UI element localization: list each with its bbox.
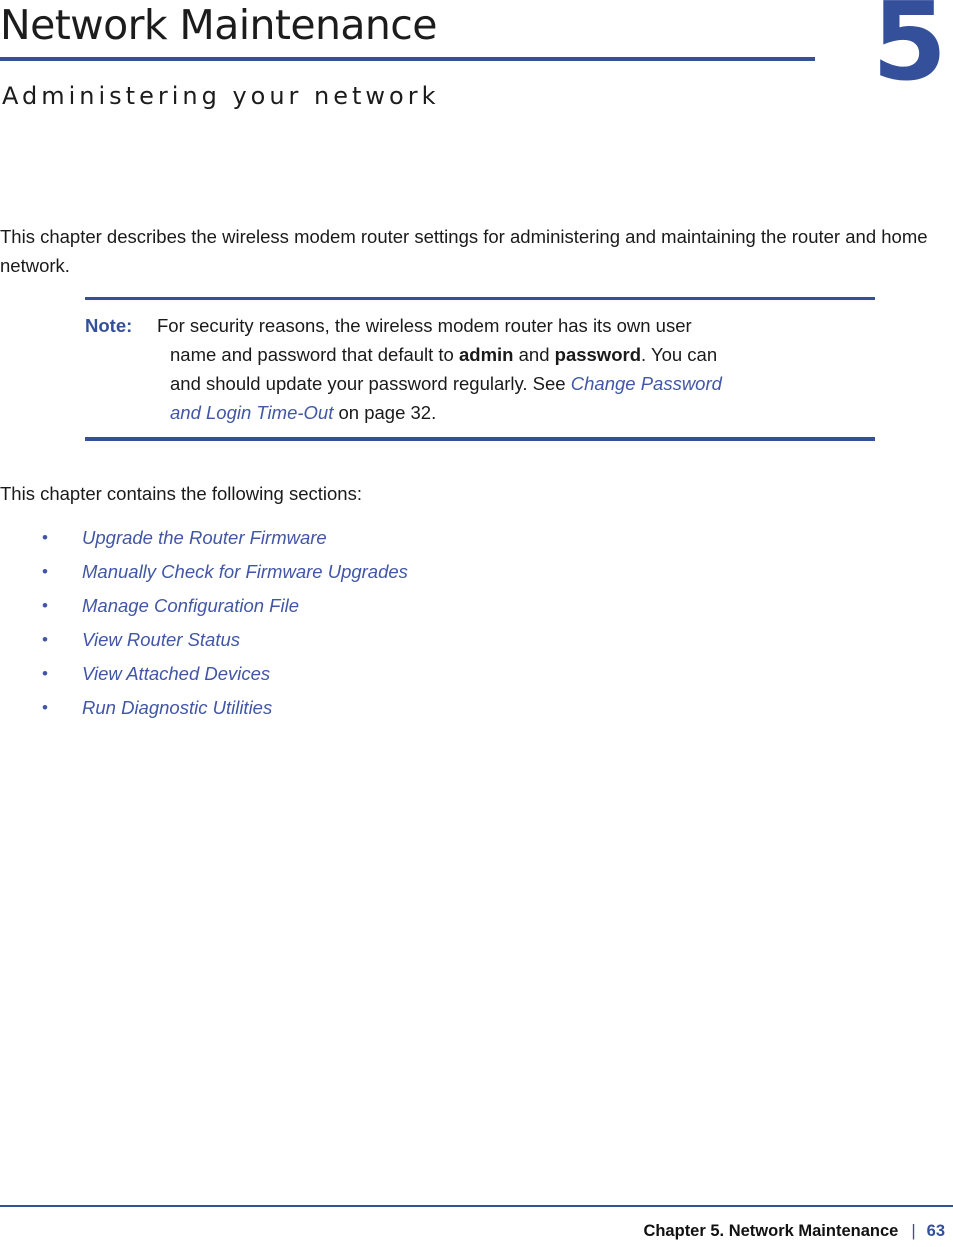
section-link-manage-configuration-file[interactable]: Manage Configuration File — [82, 589, 299, 623]
section-link-view-router-status[interactable]: View Router Status — [82, 623, 240, 657]
sections-lead-in: This chapter contains the following sect… — [0, 483, 362, 504]
note-line-1: Note: For security reasons, the wireless … — [85, 311, 875, 340]
bullet-icon: • — [42, 562, 48, 581]
note-default-username: admin — [459, 344, 514, 365]
note-line-2: name and password that default to admin … — [85, 340, 875, 369]
section-link-run-diagnostic-utilities[interactable]: Run Diagnostic Utilities — [82, 691, 272, 725]
note-bottom-divider — [85, 437, 875, 441]
section-link-upgrade-the-router-firmware[interactable]: Upgrade the Router Firmware — [82, 521, 327, 555]
page-title: Network Maintenance — [0, 1, 437, 49]
note-callout: Note: For security reasons, the wireless … — [85, 297, 875, 441]
note-line-4-text-b: on page 32. — [333, 402, 437, 423]
bullet-icon: • — [42, 596, 48, 615]
section-link-manually-check-for-firmware-upgrades[interactable]: Manually Check for Firmware Upgrades — [82, 555, 408, 589]
bullet-icon: • — [42, 698, 48, 717]
note-cross-reference-link-part2[interactable]: and Login Time-Out — [170, 402, 333, 423]
note-label: Note: — [85, 315, 133, 336]
list-item[interactable]: • View Attached Devices — [0, 657, 700, 691]
intro-paragraph: This chapter describes the wireless mode… — [0, 225, 928, 276]
note-line-2-text-c: . You can — [641, 344, 718, 365]
note-line-2-text-a: name and password that default to — [170, 344, 459, 365]
chapter-subtitle: Administering your network — [2, 82, 440, 110]
bullet-icon: • — [42, 664, 48, 683]
list-item[interactable]: • Run Diagnostic Utilities — [0, 691, 700, 725]
list-item[interactable]: • Upgrade the Router Firmware — [0, 521, 700, 555]
sections-list: • Upgrade the Router Firmware • Manually… — [0, 521, 700, 725]
footer-divider — [0, 1205, 953, 1207]
bullet-icon: • — [42, 630, 48, 649]
bullet-icon: • — [42, 528, 48, 547]
footer-chapter-label: Chapter 5. Network Maintenance — [643, 1222, 899, 1240]
page-footer: Chapter 5. Network Maintenance | 63 — [643, 1219, 945, 1243]
title-divider — [0, 57, 815, 61]
footer-page-number: 63 — [926, 1222, 945, 1240]
note-line-1-text: For security reasons, the wireless modem… — [157, 315, 692, 336]
chapter-number: 5 — [871, 0, 947, 105]
note-default-password: password — [554, 344, 641, 365]
note-line-4: and Login Time-Out on page 32. — [85, 398, 875, 427]
note-line-3: and should update your password regularl… — [85, 369, 875, 398]
note-line-3-text-a: and should update your password regularl… — [170, 373, 571, 394]
document-page: Network Maintenance Administering your n… — [0, 0, 953, 1247]
list-item[interactable]: • Manage Configuration File — [0, 589, 700, 623]
note-body: Note: For security reasons, the wireless … — [85, 300, 875, 437]
list-item[interactable]: • Manually Check for Firmware Upgrades — [0, 555, 700, 589]
note-line-2-text-b: and — [513, 344, 555, 365]
list-item[interactable]: • View Router Status — [0, 623, 700, 657]
section-link-view-attached-devices[interactable]: View Attached Devices — [82, 657, 270, 691]
footer-separator: | — [911, 1222, 916, 1240]
note-cross-reference-link-part1[interactable]: Change Password — [571, 373, 722, 394]
